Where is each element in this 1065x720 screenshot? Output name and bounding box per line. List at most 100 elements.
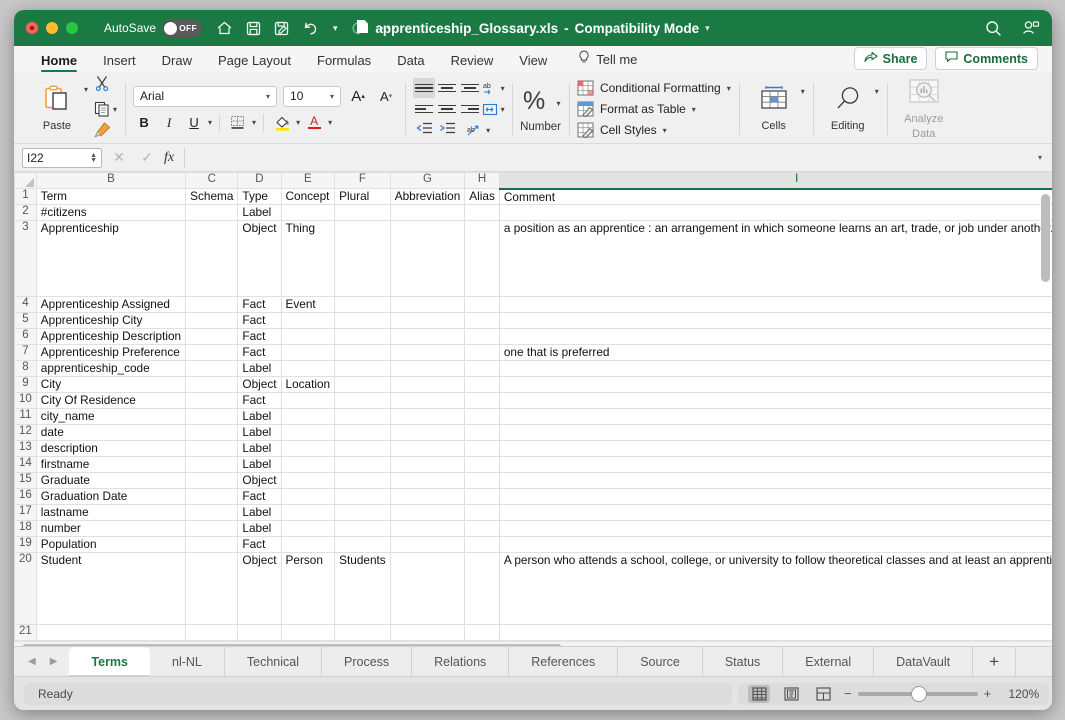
cell-D13[interactable]: Label [237,440,282,457]
cell-H13[interactable] [464,440,500,457]
cell-C4[interactable] [185,296,239,313]
cell-F3[interactable] [334,220,391,297]
borders-dropdown-icon[interactable]: ▾ [252,118,256,127]
cell-B11[interactable]: city_name [35,408,187,425]
row-header-9[interactable]: 9 [14,376,37,393]
decrease-font-size-button[interactable]: A ▾ [375,86,397,106]
tab-view[interactable]: View [506,53,560,72]
cell-I9[interactable] [498,376,1052,393]
cell-E20[interactable]: Person [280,552,336,625]
table-row[interactable]: 15 Graduate Object [14,472,1052,489]
format-as-table-button[interactable]: Format as Table ▾ [577,101,731,118]
cell-G19[interactable] [389,536,466,553]
row-header-13[interactable]: 13 [14,440,37,457]
cell-D10[interactable]: Fact [237,392,282,409]
table-row[interactable]: 7 Apprenticeship Preference Fact one tha… [14,344,1052,361]
column-header-D[interactable]: D [237,172,282,189]
cell-B17[interactable]: lastname [35,504,187,521]
cell-H6[interactable] [464,328,500,345]
next-sheet-icon[interactable]: ▶ [50,656,58,667]
zoom-in-button[interactable]: + [984,686,992,701]
cell-D15[interactable]: Object [237,472,282,489]
page-break-preview-button[interactable] [812,685,834,703]
column-header-B[interactable]: B [35,172,187,189]
ribbon-display-options-icon[interactable] [1022,20,1040,37]
bold-button[interactable]: B [133,113,155,133]
cell-D5[interactable]: Fact [237,312,282,329]
add-sheet-button[interactable]: + [973,647,1017,676]
copy-dropdown-icon[interactable]: ▾ [113,105,117,114]
cell-D19[interactable]: Fact [237,536,282,553]
row-header-19[interactable]: 19 [14,536,37,553]
font-name-select[interactable]: Arial ▾ [133,85,278,107]
merge-cells-dropdown-icon[interactable]: ▾ [486,126,490,135]
cell-E11[interactable] [280,408,336,425]
increase-font-size-button[interactable]: A ▴ [347,86,369,106]
zoom-slider-track[interactable] [857,686,978,701]
row-header-12[interactable]: 12 [14,424,37,441]
percent-style-icon[interactable]: % [521,86,553,121]
sheet-tab-relations[interactable]: Relations [412,647,510,676]
cell-F14[interactable] [334,456,391,473]
autosave-control[interactable]: AutoSave OFF [104,19,203,37]
cell-F4[interactable] [334,296,391,313]
cell-D21[interactable] [237,624,282,641]
row-header-11[interactable]: 11 [14,408,37,425]
orientation-button[interactable]: ab ▾ [482,81,505,96]
table-row[interactable]: 13 description Label [14,440,1052,457]
cell-I2[interactable] [498,204,1052,221]
cell-D9[interactable]: Object [237,376,282,393]
cell-B10[interactable]: City Of Residence [35,392,187,409]
cell-E18[interactable] [280,520,336,537]
cell-C5[interactable] [185,312,239,329]
cell-F12[interactable] [334,424,391,441]
cell-E21[interactable] [280,624,336,641]
cell-F10[interactable] [334,392,391,409]
table-row[interactable]: 8 apprenticeship_code Label [14,360,1052,377]
cell-C20[interactable] [185,552,239,625]
cell-E10[interactable] [280,392,336,409]
cell-D2[interactable]: Label [237,204,282,221]
cell-E2[interactable] [280,204,336,221]
cell-G17[interactable] [389,504,466,521]
font-size-chevron-down-icon[interactable]: ▾ [330,92,334,101]
formula-bar-expand-icon[interactable]: ▾ [1038,153,1044,162]
cell-D8[interactable]: Label [237,360,282,377]
cell-G6[interactable] [389,328,466,345]
save-as-icon[interactable] [274,21,289,36]
cell-H1[interactable]: Alias [464,188,500,205]
cell-I19[interactable] [498,536,1052,553]
cell-H3[interactable] [464,220,500,297]
align-center-button[interactable] [438,102,457,116]
cell-B5[interactable]: Apprenticeship City [35,312,187,329]
tell-me-button[interactable]: Tell me [560,50,647,72]
cell-E19[interactable] [280,536,336,553]
close-window-button[interactable] [26,22,38,34]
cell-H18[interactable] [464,520,500,537]
cell-I10[interactable] [498,392,1052,409]
cell-B8[interactable]: apprenticeship_code [35,360,187,377]
zoom-slider-handle[interactable] [911,686,926,701]
column-header-I[interactable]: I [498,172,1052,190]
cell-F20[interactable]: Students [334,552,391,625]
cell-G8[interactable] [389,360,466,377]
zoom-level-label[interactable]: 120% [1001,687,1039,701]
cell-G4[interactable] [389,296,466,313]
cell-C14[interactable] [185,456,239,473]
cell-C12[interactable] [185,424,239,441]
name-box-stepper-icon[interactable]: ▲ ▼ [90,152,97,164]
cell-H7[interactable] [464,344,500,361]
cell-I13[interactable] [498,440,1052,457]
align-right-button[interactable] [461,102,480,116]
sheet-tab-source[interactable]: Source [618,647,703,676]
cell-C2[interactable] [185,204,239,221]
cell-I5[interactable] [498,312,1052,329]
table-row[interactable]: 19 Population Fact [14,536,1052,553]
cell-B4[interactable]: Apprenticeship Assigned [35,296,187,313]
cell-C7[interactable] [185,344,239,361]
cell-I3[interactable]: a position as an apprentice : an arrange… [498,220,1052,297]
table-row[interactable]: 3 Apprenticeship Object Thing a position… [14,220,1052,297]
cell-B12[interactable]: date [35,424,187,441]
column-header-F[interactable]: F [334,172,391,189]
table-row[interactable]: 1 Term Schema Type Concept Plural Abbrev… [14,188,1052,205]
